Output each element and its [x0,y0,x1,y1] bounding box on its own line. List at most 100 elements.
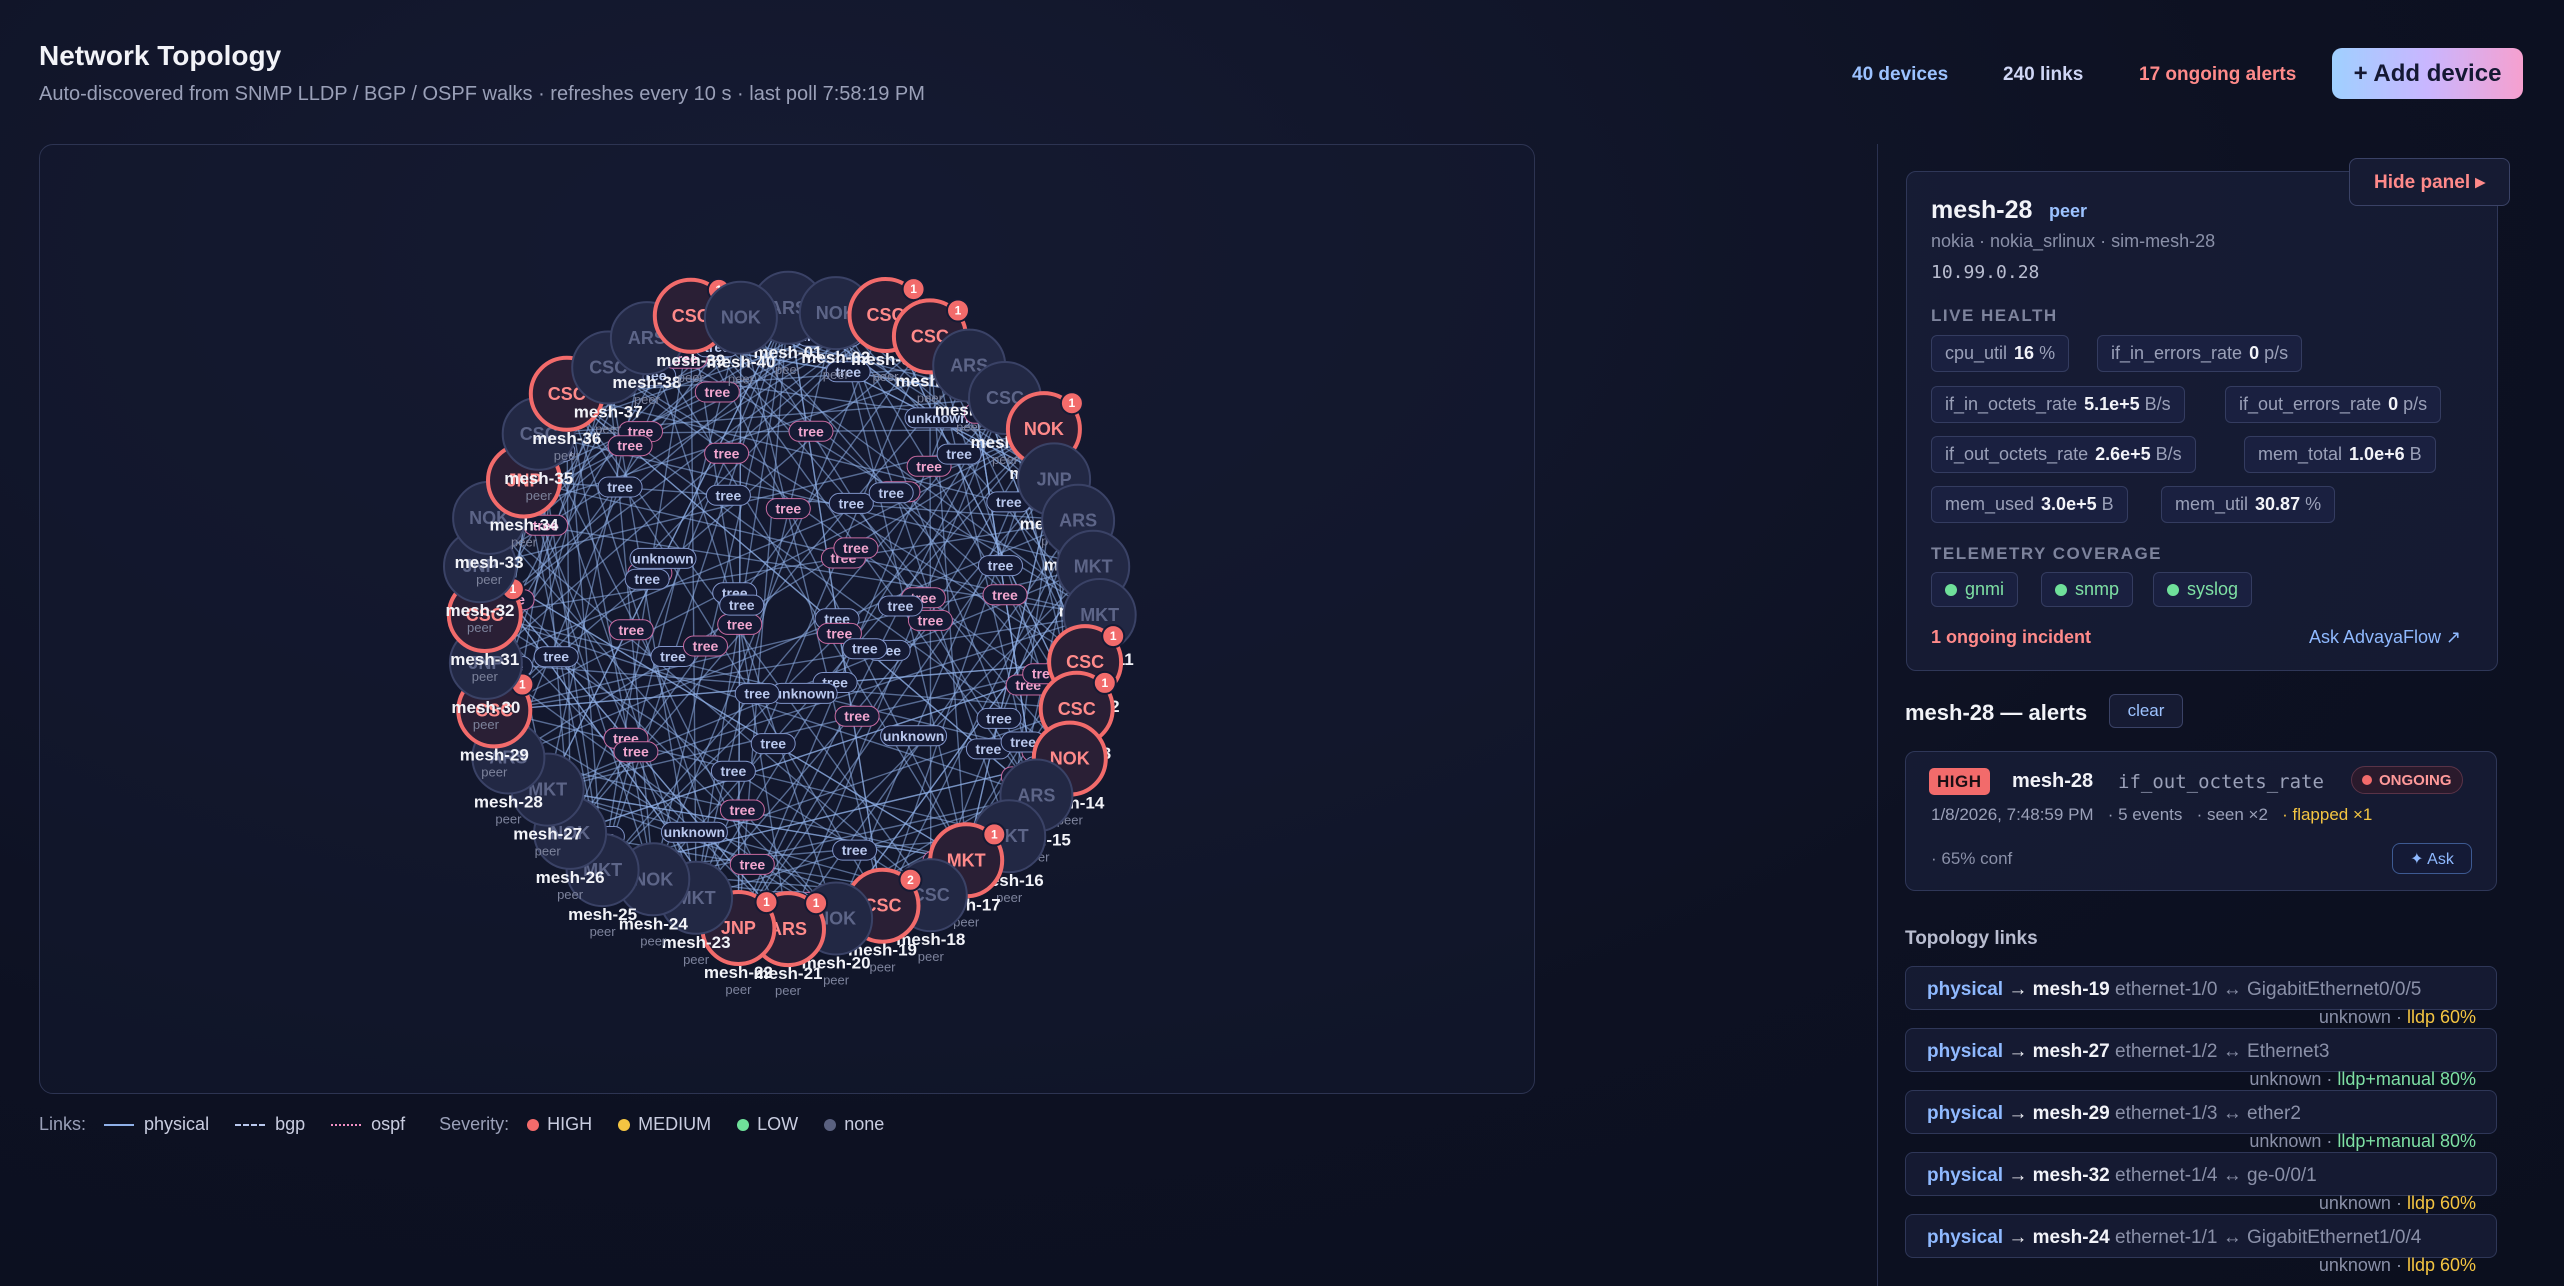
topology-graph[interactable]: unknowntreetreetreetreetreetreetreetreet… [40,145,1536,1095]
ospf-line-swatch [331,1123,362,1126]
edge-label-pill[interactable]: tree [624,568,670,590]
vendor-abbr: CSC [1066,652,1104,672]
metric-value: 0 [2249,343,2260,363]
alert-count-text: 1 [910,282,917,296]
clear-selection-button[interactable]: clear [2109,694,2183,728]
edge-label-pill[interactable]: tree [750,733,796,755]
link-ports: ethernet-1/0 ↔ GigabitEthernet0/0/5 [2115,979,2422,1000]
status-dot [2055,583,2067,596]
edge-label-text: tree [843,540,869,556]
topology-links-title: Topology links [1905,928,2038,949]
edge-label-pill[interactable]: tree [877,595,923,617]
edge-label-pill[interactable]: unknown [629,547,697,569]
topology-link-row[interactable]: physical → mesh-19 ethernet-1/0 ↔ Gigabi… [1905,966,2497,1027]
edge-label-pill[interactable]: tree [719,594,765,616]
edge-label-pill[interactable]: tree [597,476,643,498]
edge-label-pill[interactable]: tree [828,492,874,514]
device-meta: nokia · nokia_srlinux · sim-mesh-28 [1931,231,2216,251]
edge-label-pill[interactable]: tree [705,484,751,506]
edge-label-text: tree [618,622,644,638]
links-count[interactable]: 240 links [2003,64,2083,86]
edge-label-pill[interactable]: tree [833,537,879,559]
topology-link-row[interactable]: physical → mesh-27 ethernet-1/2 ↔ Ethern… [1905,1028,2497,1089]
severity-badge: HIGH [1929,768,1990,795]
metric-chip: if_out_errors_rate 0 p/s [2225,386,2442,423]
none-dot [824,1118,837,1131]
edge-label-pill[interactable]: tree [533,646,579,668]
ongoing-alerts-count[interactable]: 17 ongoing alerts [2139,64,2296,86]
edge-label-pill[interactable]: tree [717,613,763,635]
edge-label-text: tree [827,625,853,641]
metric-chip: mem_total 1.0e+6 B [2244,436,2436,473]
metric-value: 5.1e+5 [2084,394,2140,414]
link-status-text: unknown [2318,1193,2391,1213]
devices-count[interactable]: 40 devices [1852,64,1948,86]
topology-link-row[interactable]: physical → mesh-32 ethernet-1/4 ↔ ge-0/0… [1905,1152,2497,1213]
edge-label-text: tree [543,649,569,665]
legend-links-title: Links: [39,1114,87,1134]
link-peer: mesh-29 [2032,1103,2110,1124]
metric-unit: % [2039,343,2056,363]
vendor-abbr: MKT [1080,605,1119,625]
device-node-role: peer [590,924,617,939]
device-node[interactable]: NOK mesh-40peer [703,280,778,387]
edge-label-pill[interactable]: unknown [880,725,948,747]
edge-label-pill[interactable]: tree [607,435,653,457]
alert-details: 1/8/2026, 7:48:59 PM · 5 events · seen ×… [1931,805,2372,825]
edge-label-pill[interactable]: tree [976,707,1022,729]
metric-unit: B [2409,444,2422,464]
telemetry-label: gnmi [1965,579,2005,599]
metric-unit: B/s [2155,444,2182,464]
hide-panel-button[interactable]: Hide panel ▸ [2349,158,2510,206]
add-device-button[interactable]: + Add device [2332,48,2523,99]
edge-label-pill[interactable]: tree [613,741,659,763]
edge-label-pill[interactable]: tree [710,760,756,782]
device-ip: 10.99.0.28 [1931,262,2040,283]
topology-link-row[interactable]: physical → mesh-24 ethernet-1/1 ↔ Gigabi… [1905,1214,2497,1275]
edge-label-pill[interactable]: tree [683,635,728,657]
edge-label-pill[interactable]: tree [868,482,914,504]
edge-label-pill[interactable]: unknown [770,682,838,704]
edge-label-pill[interactable]: tree [978,555,1023,577]
edge-label-pill[interactable]: tree [734,683,780,705]
status-dot [2167,583,2179,596]
link-source: lldp 60% [2406,1007,2476,1027]
legend-medium-label: MEDIUM [638,1114,712,1134]
edge-label-text: tree [760,736,786,752]
edge-label-pill[interactable]: tree [704,442,750,464]
metric-chip: mem_used 3.0e+5 B [1931,486,2128,523]
link-peer: mesh-27 [2032,1041,2110,1062]
ask-advayaflow-link[interactable]: Ask AdvayaFlow ↗ [2309,627,2461,648]
topology-canvas[interactable]: unknown tree tree tree tree tree tree tree tree t… [39,144,1535,1094]
topology-link-row[interactable]: physical → mesh-29 ethernet-1/3 ↔ ether2… [1905,1090,2497,1151]
link-status: unknown · lldp 60% [2318,1193,2476,1213]
device-role-badge: peer [2049,201,2088,221]
status-dot [2362,775,2372,785]
link-ports: ethernet-1/3 ↔ ether2 [2115,1103,2301,1124]
edge-label-text: tree [976,741,1002,757]
edge-label-pill[interactable]: tree [729,853,775,875]
device-node-role: peer [557,887,584,902]
link-kind: physical [1927,1227,2004,1248]
metric-unit: % [2305,494,2322,514]
link-source: lldp+manual 80% [2337,1131,2476,1151]
alert-count-text: 1 [519,678,526,692]
alert-count-text: 2 [907,873,914,887]
metric-unit: B/s [2144,394,2171,414]
edge-label-pill[interactable]: tree [608,619,654,641]
device-node-role: peer [775,983,802,998]
link-status: unknown · lldp 60% [2318,1255,2476,1275]
ask-button[interactable]: ✦ Ask [2392,843,2472,874]
metric-name: mem_util [2175,494,2249,514]
edge-label-pill[interactable]: tree [834,705,880,727]
edge-label-pill[interactable]: tree [982,584,1028,606]
edge-label-pill[interactable]: tree [765,498,811,520]
telemetry-label: snmp [2075,579,2120,599]
edge-label-pill[interactable]: tree [719,799,765,821]
edge-label-pill[interactable]: unknown [660,821,728,843]
ongoing-incident-link[interactable]: 1 ongoing incident [1931,627,2091,648]
bgp-line-swatch [235,1123,266,1126]
edge-label-pill[interactable]: tree [788,420,834,442]
edge-label-pill[interactable]: tree [832,839,878,861]
edge-label-pill[interactable]: tree [842,638,888,660]
